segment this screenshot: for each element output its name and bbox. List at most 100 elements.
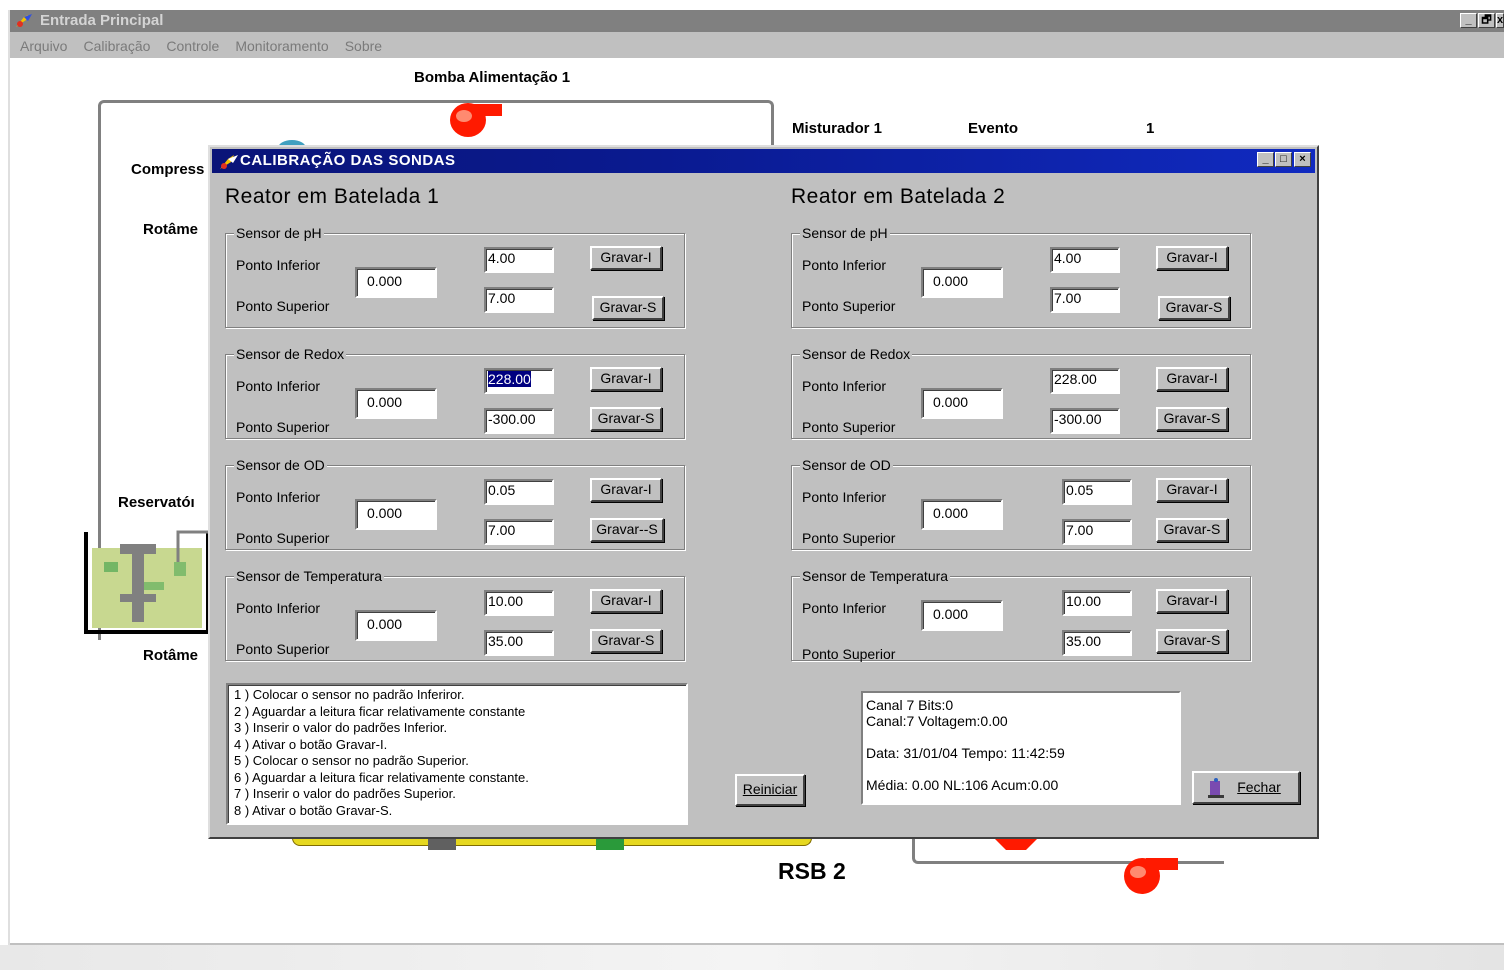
inferior-input[interactable]: 0.05 bbox=[1062, 479, 1132, 505]
group-legend: Sensor de pH bbox=[800, 225, 890, 241]
superior-input[interactable]: 7.00 bbox=[1062, 519, 1132, 545]
compressor-label: Compress bbox=[131, 161, 205, 178]
gravar-i-button[interactable]: Gravar-I bbox=[1156, 589, 1228, 613]
inferior-input[interactable]: 228.00 bbox=[1050, 368, 1120, 394]
minimize-button[interactable]: _ bbox=[1460, 13, 1477, 28]
status-box: Canal 7 Bits:0 Canal:7 Voltagem:0.00 Dat… bbox=[861, 691, 1181, 805]
inferior-input[interactable]: 4.00 bbox=[1050, 247, 1120, 273]
inferior-input[interactable]: 228.00 bbox=[484, 368, 554, 394]
instruction-line: 7 ) Inserir o valor do padrões Superior. bbox=[234, 786, 456, 801]
gravar-s-button[interactable]: Gravar-S bbox=[1156, 629, 1228, 653]
inferior-input[interactable]: 10.00 bbox=[1062, 590, 1132, 616]
reactor-base bbox=[292, 838, 812, 846]
reiniciar-button[interactable]: Reiniciar bbox=[735, 774, 805, 806]
r2-od-group: Sensor de OD Ponto Inferior Ponto Superi… bbox=[791, 457, 1251, 550]
bomba-alimentacao-label: Bomba Alimentação 1 bbox=[414, 69, 571, 86]
status-canal-bits: Canal 7 Bits:0 bbox=[866, 697, 954, 713]
menu-controle[interactable]: Controle bbox=[166, 34, 219, 58]
ponto-inferior-label: Ponto Inferior bbox=[802, 257, 887, 273]
rotametro-label-2: Rotâme bbox=[143, 647, 199, 664]
selected-text: 228.00 bbox=[488, 371, 531, 387]
main-title: Entrada Principal bbox=[40, 12, 164, 29]
ponto-inferior-label: Ponto Inferior bbox=[236, 257, 321, 273]
menu-monitoramento[interactable]: Monitoramento bbox=[235, 34, 328, 58]
ponto-superior-label: Ponto Superior bbox=[802, 646, 896, 662]
gravar-s-button[interactable]: Gravar-S bbox=[590, 407, 662, 431]
gravar-i-button[interactable]: Gravar-I bbox=[590, 246, 662, 270]
superior-input[interactable]: 7.00 bbox=[484, 287, 554, 313]
ponto-inferior-label: Ponto Inferior bbox=[802, 378, 887, 394]
status-canal-voltagem: Canal:7 Voltagem:0.00 bbox=[866, 713, 1008, 729]
gravar-i-button[interactable]: Gravar-I bbox=[1156, 478, 1228, 502]
reading-field: 0.000 bbox=[355, 267, 437, 298]
status-media: Média: 0.00 NL:106 Acum:0.00 bbox=[866, 777, 1059, 793]
instruction-line: 5 ) Colocar o sensor no padrão Superior. bbox=[234, 753, 469, 768]
reading-field: 0.000 bbox=[355, 388, 437, 419]
reading-field: 0.000 bbox=[921, 499, 1003, 530]
instruction-line: 8 ) Ativar o botão Gravar-S. bbox=[234, 802, 393, 818]
reactor1-heading: Reator em Batelada 1 bbox=[225, 185, 440, 208]
main-title-bar: Entrada Principal bbox=[10, 10, 1504, 32]
menu-arquivo[interactable]: Arquivo bbox=[20, 34, 67, 58]
dialog-title: CALIBRAÇÃO DAS SONDAS bbox=[240, 152, 456, 169]
r1-redox-group: Sensor de Redox Ponto Inferior Ponto Sup… bbox=[225, 346, 685, 439]
ponto-superior-label: Ponto Superior bbox=[236, 419, 330, 435]
superior-input[interactable]: 7.00 bbox=[484, 519, 554, 545]
ponto-inferior-label: Ponto Inferior bbox=[802, 600, 887, 616]
reading-field: 0.000 bbox=[921, 267, 1003, 298]
instruction-line: 6 ) Aguardar a leitura ficar relativamen… bbox=[234, 769, 529, 785]
main-window-controls: _ 🗗 x bbox=[1459, 13, 1504, 28]
gravar-s-button[interactable]: Gravar-S bbox=[590, 629, 662, 653]
valve-left bbox=[428, 838, 456, 850]
inferior-input[interactable]: 0.05 bbox=[484, 479, 554, 505]
group-legend: Sensor de pH bbox=[234, 225, 324, 241]
inferior-input[interactable]: 10.00 bbox=[484, 590, 554, 616]
dialog-minimize-button[interactable]: _ bbox=[1257, 152, 1274, 167]
instruction-line: 4 ) Ativar o botão Gravar-I. bbox=[234, 736, 388, 752]
gravar-s-button[interactable]: Gravar-S bbox=[1158, 296, 1230, 320]
close-button[interactable]: x bbox=[1496, 13, 1504, 28]
superior-input[interactable]: -300.00 bbox=[1050, 408, 1120, 434]
calibration-dialog: CALIBRAÇÃO DAS SONDAS _ □ × Reator em Ba… bbox=[208, 145, 1319, 839]
evento-label: Evento bbox=[968, 120, 1019, 137]
superior-input[interactable]: 35.00 bbox=[1062, 630, 1132, 656]
menu-sobre[interactable]: Sobre bbox=[345, 34, 382, 58]
gravar-i-button[interactable]: Gravar-I bbox=[1156, 246, 1228, 270]
reading-field: 0.000 bbox=[355, 610, 437, 641]
gravar-s-button[interactable]: Gravar-S bbox=[1156, 407, 1228, 431]
instruction-line: 2 ) Aguardar a leitura ficar relativamen… bbox=[234, 703, 526, 719]
misturador-label: Misturador 1 bbox=[792, 120, 883, 137]
r1-od-group: Sensor de OD Ponto Inferior Ponto Superi… bbox=[225, 457, 685, 550]
fechar-label: Fechar bbox=[1237, 779, 1281, 795]
instruction-line: 3 ) Inserir o valor do padrões Inferior. bbox=[234, 720, 448, 735]
group-legend: Sensor de Redox bbox=[800, 346, 913, 362]
gravar-s-button[interactable]: Gravar-S bbox=[592, 296, 664, 320]
inferior-input[interactable]: 4.00 bbox=[484, 247, 554, 273]
reading-field: 0.000 bbox=[921, 388, 1003, 419]
gravar-s-button[interactable]: Gravar--S bbox=[590, 518, 664, 542]
gravar-i-button[interactable]: Gravar-I bbox=[590, 367, 662, 391]
valve-right bbox=[596, 838, 624, 850]
superior-input[interactable]: -300.00 bbox=[484, 408, 554, 434]
dialog-maximize-button[interactable]: □ bbox=[1275, 152, 1292, 167]
dialog-close-button[interactable]: × bbox=[1294, 152, 1311, 167]
pump-icon bbox=[450, 103, 502, 137]
pump-icon-2 bbox=[1124, 858, 1178, 894]
r2-redox-group: Sensor de Redox Ponto Inferior Ponto Sup… bbox=[791, 346, 1251, 439]
dialog-title-bar: CALIBRAÇÃO DAS SONDAS bbox=[212, 149, 1315, 173]
gravar-s-button[interactable]: Gravar-S bbox=[1156, 518, 1228, 542]
superior-input[interactable]: 7.00 bbox=[1050, 287, 1120, 313]
superior-input[interactable]: 35.00 bbox=[484, 630, 554, 656]
menu-calibracao[interactable]: Calibração bbox=[83, 34, 150, 58]
gravar-i-button[interactable]: Gravar-I bbox=[1156, 367, 1228, 391]
restore-button[interactable]: 🗗 bbox=[1478, 13, 1495, 28]
pump-small-icon bbox=[994, 838, 1038, 850]
reading-field: 0.000 bbox=[921, 600, 1003, 631]
rotametro-label: Rotâme bbox=[143, 221, 199, 238]
gravar-i-button[interactable]: Gravar-I bbox=[590, 478, 662, 502]
fechar-button[interactable]: Fechar bbox=[1192, 771, 1300, 804]
ponto-inferior-label: Ponto Inferior bbox=[236, 489, 321, 505]
group-legend: Sensor de Temperatura bbox=[234, 568, 385, 584]
gravar-i-button[interactable]: Gravar-I bbox=[590, 589, 662, 613]
app-icon bbox=[16, 14, 32, 27]
